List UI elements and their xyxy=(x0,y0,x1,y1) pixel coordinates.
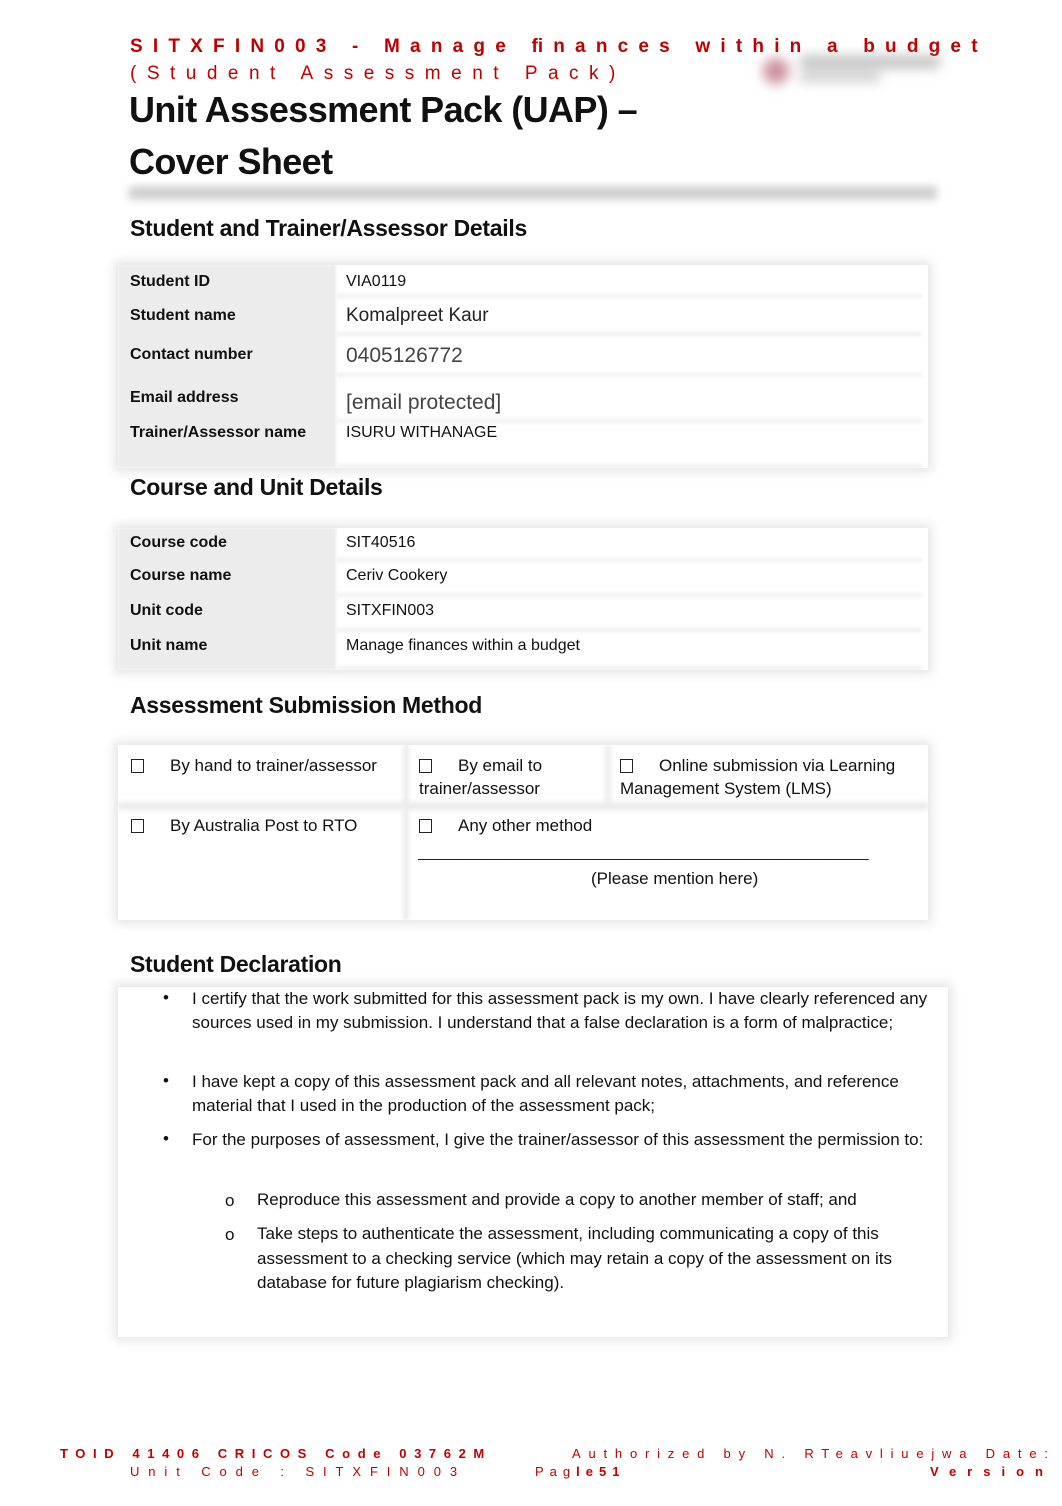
page-title-line2: Cover Sheet xyxy=(129,141,333,182)
student-details-table: Student ID VIA0119 Student name Komalpre… xyxy=(118,265,928,468)
table-row: Student ID VIA0119 xyxy=(118,265,928,298)
student-name-field[interactable]: Komalpreet Kaur xyxy=(336,305,928,327)
table-row: Course code SIT40516 xyxy=(118,528,928,562)
field-label: Contact number xyxy=(130,346,253,363)
contact-number-field[interactable]: 0405126772 xyxy=(336,344,928,368)
checkbox-icon[interactable] xyxy=(620,759,633,773)
field-label: Trainer/Assessor name xyxy=(130,424,307,441)
table-row: Unit code SITXFIN003 xyxy=(118,597,928,632)
submission-section-heading: Assessment Submission Method xyxy=(130,692,483,718)
logo-tagline xyxy=(800,72,880,82)
footer-page-prefix: Pag xyxy=(535,1464,577,1479)
unit-code-field[interactable]: SITXFIN003 xyxy=(336,602,928,620)
field-label: Course code xyxy=(130,534,227,551)
option-label-line1: By email to xyxy=(458,756,543,775)
row-divider xyxy=(118,802,928,810)
declaration-sub-item: Reproduce this assessment and provide a … xyxy=(257,1190,857,1209)
checkbox-icon[interactable] xyxy=(419,759,432,773)
table-row: Trainer/Assessor name ISURU WITHANAGE xyxy=(118,423,928,468)
unit-title-header: SITXFIN003 - Manage ﬁnances within a bud… xyxy=(130,36,988,57)
footer-page-number: le51 xyxy=(576,1464,626,1479)
table-row: Course name Ceriv Cookery xyxy=(118,562,928,597)
declaration-heading: Student Declaration xyxy=(130,951,342,977)
declaration-item: I have kept a copy of this assessment pa… xyxy=(192,1072,899,1115)
student-section-heading: Student and Trainer/Assessor Details xyxy=(130,215,527,241)
field-label: Student ID xyxy=(130,273,210,290)
footer-line1: TOID 41406 CRICOS Code 03762M Authorized… xyxy=(60,1446,1062,1461)
unit-name-field[interactable]: Manage finances within a budget xyxy=(336,637,928,655)
other-method-hint: (Please mention here) xyxy=(591,869,759,888)
table-row: Email address [email protected] xyxy=(118,377,928,423)
submission-option-online-lms[interactable]: Online submission via Learning Managemen… xyxy=(620,754,930,800)
footer-line2: Unit Code : SITXFIN003 Pagle51 Version xyxy=(130,1464,1060,1479)
sub-bullet-icon: o xyxy=(225,1225,235,1244)
bullet-icon: • xyxy=(163,1129,169,1148)
submission-option-other[interactable]: Any other method xyxy=(419,814,592,837)
submission-option-australia-post[interactable]: By Australia Post to RTO xyxy=(131,814,357,837)
course-details-table: Course code SIT40516 Course name Ceriv C… xyxy=(118,528,928,670)
footer-toid: TOID 41406 CRICOS Code 03762M xyxy=(60,1446,492,1461)
declaration-item: I certify that the work submitted for th… xyxy=(192,989,928,1032)
checkbox-icon[interactable] xyxy=(131,819,144,833)
table-row: Contact number 0405126772 xyxy=(118,336,928,377)
checkbox-icon[interactable] xyxy=(419,819,432,833)
trainer-name-field[interactable]: ISURU WITHANAGE xyxy=(336,424,928,442)
course-code-field[interactable]: SIT40516 xyxy=(336,534,928,552)
table-row: Student name Komalpreet Kaur xyxy=(118,298,928,336)
other-method-input-line[interactable]: ________________________________________… xyxy=(418,841,903,864)
declaration-sub-item: Take steps to authenticate the assessmen… xyxy=(257,1224,892,1292)
title-divider xyxy=(128,186,938,200)
pack-subtitle-header: (Student Assessment Pack) xyxy=(130,63,626,84)
sub-bullet-icon: o xyxy=(225,1191,235,1210)
footer-page: Pagle51 xyxy=(535,1464,625,1479)
option-label: By hand to trainer/assessor xyxy=(170,756,377,775)
field-label: Unit name xyxy=(130,637,208,654)
field-label: Course name xyxy=(130,567,232,584)
submission-option-by-hand[interactable]: By hand to trainer/assessor xyxy=(131,754,377,777)
checkbox-icon[interactable] xyxy=(131,759,144,773)
column-divider xyxy=(403,745,409,920)
declaration-item: For the purposes of assessment, I give t… xyxy=(192,1130,924,1149)
option-label: By Australia Post to RTO xyxy=(170,816,358,835)
option-label-line1: Online submission via Learning xyxy=(659,756,896,775)
course-section-heading: Course and Unit Details xyxy=(130,474,383,500)
field-label: Student name xyxy=(130,307,236,324)
option-label: Any other method xyxy=(458,816,593,835)
student-id-field[interactable]: VIA0119 xyxy=(336,273,928,291)
footer-unit-code: Unit Code : SITXFIN003 xyxy=(130,1464,466,1479)
email-address-field[interactable]: [email protected] xyxy=(336,385,928,415)
footer-authorized: Authorized by N. RTeavliuejwa Date: July xyxy=(572,1446,1062,1461)
option-label-line2: Management System (LMS) xyxy=(620,779,832,798)
bullet-icon: • xyxy=(163,1071,169,1090)
table-row: Unit name Manage finances within a budge… xyxy=(118,632,928,670)
bullet-icon: • xyxy=(163,988,169,1007)
field-label: Unit code xyxy=(130,602,203,619)
option-label-line2: trainer/assessor xyxy=(419,779,540,798)
page-title-line1: Unit Assessment Pack (UAP) – xyxy=(129,89,638,130)
footer-version: Version xyxy=(930,1464,1054,1479)
logo-emblem-icon xyxy=(763,58,789,84)
field-label: Email address xyxy=(130,389,239,406)
course-name-field[interactable]: Ceriv Cookery xyxy=(336,567,928,585)
page-title: Unit Assessment Pack (UAP) – Cover Sheet xyxy=(129,84,729,188)
submission-option-by-email[interactable]: By email to trainer/assessor xyxy=(419,754,609,800)
